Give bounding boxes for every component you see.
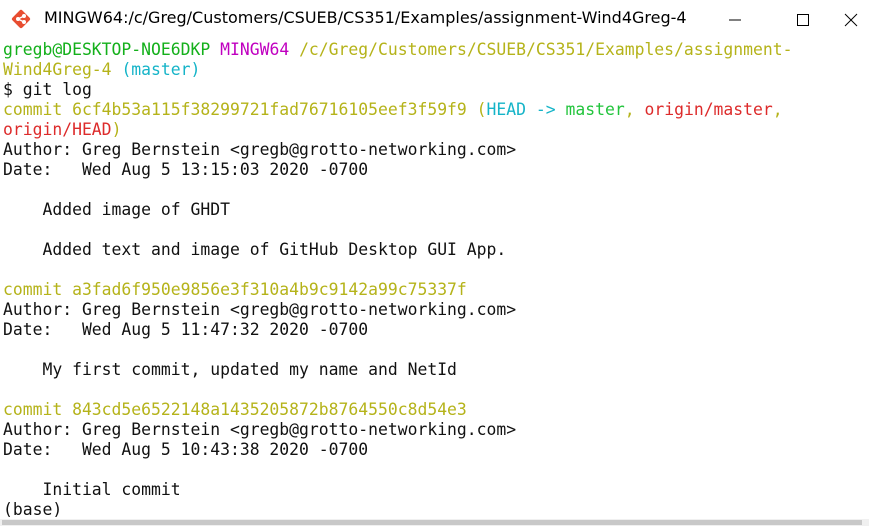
commit-author: Author: Greg Bernstein <gregb@grotto-net… [3,140,517,159]
refs-open: ( [476,100,487,119]
horizontal-scrollbar[interactable] [0,519,869,526]
ref-master: master [565,100,625,119]
maximize-button[interactable] [774,0,832,38]
ref-sep: , [772,100,783,119]
prompt-shell: MINGW64 [220,40,290,59]
minimize-icon [729,19,741,21]
prompt-branch: (master) [121,60,201,79]
close-icon [844,13,858,27]
title-bar[interactable]: MINGW64:/c/Greg/Customers/CSUEB/CS351/Ex… [0,0,869,38]
ref-origin-master: origin/master [644,100,773,119]
commit-hash-line: commit 6cf4b53a115f38299721fad76716105ee… [3,100,783,120]
ref-head: HEAD [486,100,527,119]
commit-refs-wrap: origin/HEAD) [3,120,121,140]
command-line: $ git log [3,80,92,99]
prompt-user-host: gregb@DESKTOP-NOE6DKP [3,40,211,59]
commit-message: Initial commit [3,480,181,499]
ref-arrow: -> [526,100,566,119]
commit-hash: commit a3fad6f950e9856e3f310a4b9c9142a99… [3,280,467,299]
commit-hash: commit 843cd5e6522148a1435205872b8764550… [3,400,467,419]
conda-env-indicator: (base) [3,500,63,519]
commit-message: My first commit, updated my name and Net… [3,360,457,379]
prompt-line: gregb@DESKTOP-NOE6DKP MINGW64 /c/Greg/Cu… [3,40,792,60]
ref-sep: , [624,100,645,119]
commit-author: Author: Greg Bernstein <gregb@grotto-net… [3,420,517,439]
close-button[interactable] [838,0,869,38]
commit-date: Date: Wed Aug 5 13:15:03 2020 -0700 [3,160,369,179]
commit-date: Date: Wed Aug 5 11:47:32 2020 -0700 [3,320,369,339]
commit-hash: commit 6cf4b53a115f38299721fad76716105ee… [3,100,467,119]
refs-close: ) [111,120,122,139]
terminal-output[interactable]: gregb@DESKTOP-NOE6DKP MINGW64 /c/Greg/Cu… [0,38,869,519]
minimize-button[interactable] [706,0,764,38]
ref-origin-head: origin/HEAD [3,120,112,139]
prompt-path: /c/Greg/Customers/CSUEB/CS351/Examples/a… [299,40,793,59]
git-bash-icon [10,8,32,30]
window-title: MINGW64:/c/Greg/Customers/CSUEB/CS351/Ex… [44,8,687,27]
commit-date: Date: Wed Aug 5 10:43:38 2020 -0700 [3,440,369,459]
prompt-path-continued: Wind4Greg-4 [3,60,112,79]
commit-message: Added text and image of GitHub Desktop G… [3,240,507,259]
commit-author: Author: Greg Bernstein <gregb@grotto-net… [3,300,517,319]
prompt-line-wrap: Wind4Greg-4 (master) [3,60,200,80]
commit-message: Added image of GHDT [3,200,230,219]
scrollbar-thumb[interactable] [2,520,862,525]
maximize-icon [797,14,809,26]
